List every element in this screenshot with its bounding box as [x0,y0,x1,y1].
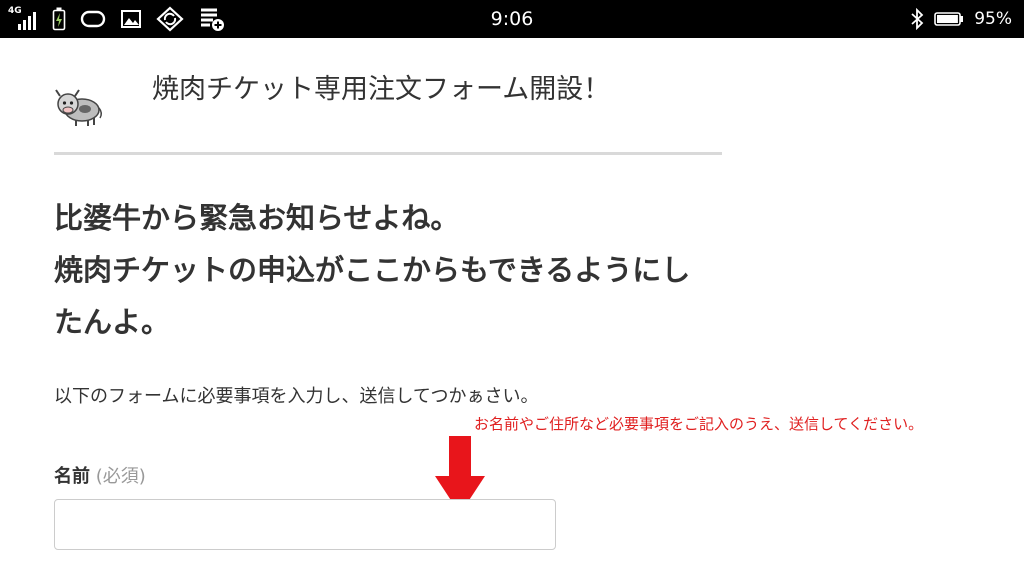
battery-icon [934,12,964,26]
status-bar-right-icons: 95% [910,8,1012,30]
bluetooth-icon [911,8,924,30]
name-label-text: 名前 [54,466,90,487]
cow-logo-icon [55,89,103,126]
battery-percent: 95% [974,9,1012,29]
headline-line-1: 比婆牛から緊急お知らせよね。 [54,201,460,235]
name-field-label: 名前 (必須) [54,462,146,488]
clock: 9:06 [490,8,534,30]
site-header: 焼肉チケット専用注文フォーム開設！ [54,66,722,155]
annotation-note: お名前やご住所など必要事項をご記入のうえ、送信してください。 [474,415,924,433]
site-title: 焼肉チケット専用注文フォーム開設！ [152,74,611,105]
status-bar: 4G 9:06 95% [0,0,1024,38]
required-marker: (必須) [95,466,146,487]
name-input[interactable] [54,499,556,550]
headline-line-2: 焼肉チケットの申込がここからもできるようにしたんよ。 [54,253,691,339]
announcement-headline: 比婆牛から緊急お知らせよね。 焼肉チケットの申込がここからもできるようにしたんよ… [54,192,714,348]
form-intro: 以下のフォームに必要事項を入力し、送信してつかぁさい。 [54,386,539,407]
